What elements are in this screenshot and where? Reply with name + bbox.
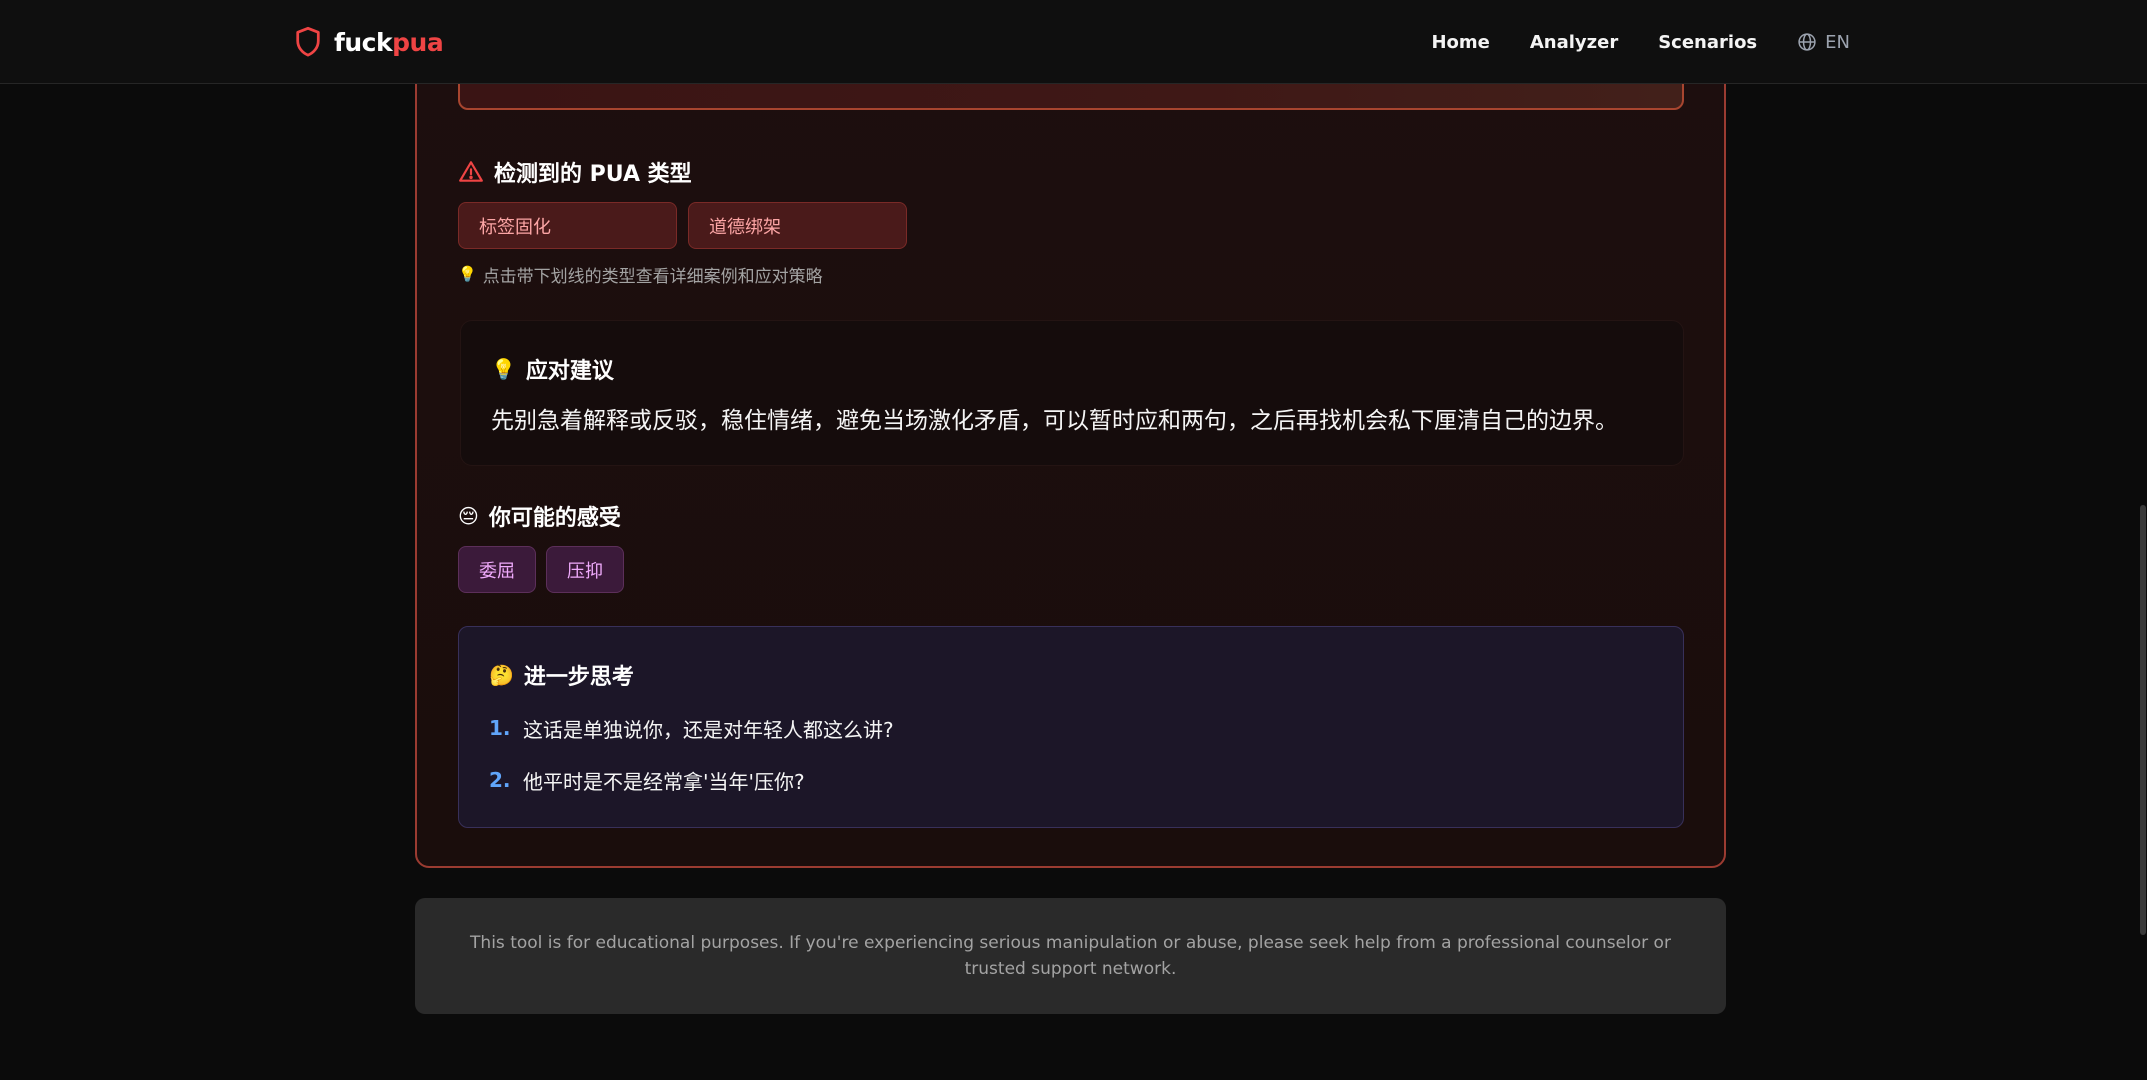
- thinking-face-icon: 🤔: [489, 663, 514, 687]
- brand-logo-link[interactable]: fuckpua: [294, 24, 444, 60]
- pua-type-chips: 标签固化 道德绑架: [458, 202, 907, 249]
- advice-text: 先别急着解释或反驳，稳住情绪，避免当场激化矛盾，可以暂时应和两句，之后再找机会私…: [491, 408, 1618, 434]
- analysis-result-card: 检测到的 PUA 类型 标签固化 道德绑架 💡 点击带下划线的类型查看详细案例和…: [415, 30, 1726, 868]
- further-thinking-box: 🤔 进一步思考 1. 这话是单独说你，还是对年轻人都这么讲? 2. 他平时是不是…: [458, 626, 1684, 828]
- main-nav: Home Analyzer Scenarios EN: [1431, 24, 1850, 60]
- brand-name-part1: fuck: [334, 27, 393, 57]
- brand-name-part2: pua: [392, 27, 444, 57]
- language-switcher[interactable]: EN: [1797, 32, 1850, 53]
- nav-home-link[interactable]: Home: [1431, 32, 1489, 53]
- globe-icon: [1798, 33, 1816, 51]
- list-item-text: 这话是单独说你，还是对年轻人都这么讲?: [523, 717, 894, 742]
- thinking-question-list: 1. 这话是单独说你，还是对年轻人都这么讲? 2. 他平时是不是经常拿'当年'压…: [489, 709, 894, 813]
- nav-scenarios-link[interactable]: Scenarios: [1658, 32, 1757, 53]
- further-thinking-heading: 🤔 进一步思考: [489, 659, 634, 691]
- top-navbar: fuckpua Home Analyzer Scenarios EN: [0, 0, 2147, 84]
- nav-analyzer-link[interactable]: Analyzer: [1530, 32, 1618, 53]
- feeling-chips: 委屈 压抑: [458, 546, 624, 593]
- warning-triangle-icon: [459, 161, 483, 182]
- lightbulb-icon: 💡: [491, 357, 516, 381]
- feelings-heading: 😔 你可能的感受: [458, 500, 621, 532]
- list-item-number: 1.: [489, 716, 511, 740]
- pua-types-title: 检测到的 PUA 类型: [494, 162, 692, 187]
- shield-icon: [296, 26, 320, 57]
- advice-box: 💡 应对建议 先别急着解释或反驳，稳住情绪，避免当场激化矛盾，可以暂时应和两句，…: [460, 320, 1684, 466]
- pua-types-heading: 检测到的 PUA 类型: [458, 156, 692, 188]
- pua-type-chip[interactable]: 道德绑架: [688, 202, 907, 249]
- brand-name: fuckpua: [334, 27, 444, 57]
- list-item: 1. 这话是单独说你，还是对年轻人都这么讲?: [489, 709, 894, 747]
- language-label: EN: [1825, 31, 1850, 53]
- sad-face-icon: 😔: [458, 504, 479, 528]
- pua-type-chip[interactable]: 标签固化: [458, 202, 677, 249]
- feeling-chip: 压抑: [546, 546, 624, 593]
- advice-title: 应对建议: [525, 359, 614, 384]
- disclaimer-footer: This tool is for educational purposes. I…: [415, 898, 1726, 1014]
- advice-heading: 💡 应对建议: [491, 353, 614, 385]
- page-scrollbar[interactable]: [2139, 0, 2147, 1080]
- list-item: 2. 他平时是不是经常拿'当年'压你?: [489, 761, 894, 799]
- feelings-title: 你可能的感受: [488, 506, 621, 531]
- further-thinking-title: 进一步思考: [523, 665, 634, 690]
- pua-types-hint: 💡 点击带下划线的类型查看详细案例和应对策略: [458, 262, 823, 288]
- disclaimer-text: This tool is for educational purposes. I…: [470, 933, 1671, 979]
- list-item-text: 他平时是不是经常拿'当年'压你?: [523, 769, 805, 794]
- scrollbar-thumb[interactable]: [2140, 505, 2146, 935]
- hint-text: 点击带下划线的类型查看详细案例和应对策略: [482, 267, 823, 287]
- lightbulb-icon: 💡: [458, 265, 477, 283]
- feeling-chip: 委屈: [458, 546, 536, 593]
- list-item-number: 2.: [489, 768, 511, 792]
